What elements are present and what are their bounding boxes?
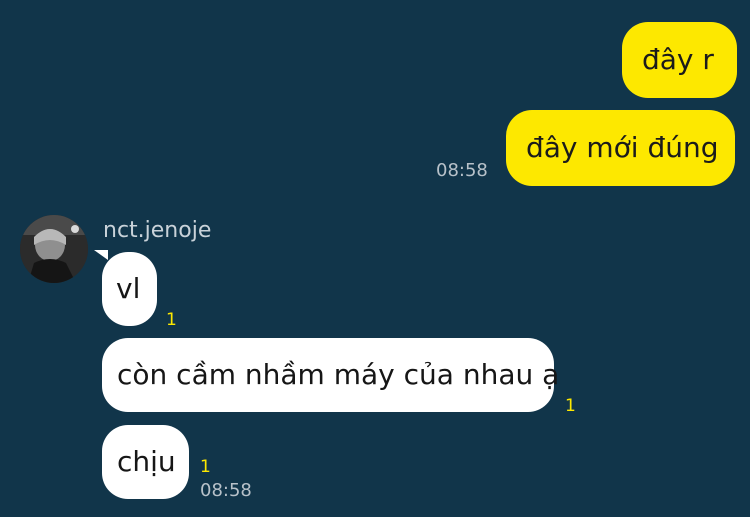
incoming-message[interactable]: còn cầm nhầm máy của nhau ạ (102, 338, 559, 412)
unread-count: 1 (200, 457, 211, 477)
message-text: chịu (117, 445, 176, 478)
unread-count: 1 (565, 396, 576, 416)
message-text: còn cầm nhầm máy của nhau ạ (117, 358, 560, 391)
message-timestamp: 08:58 (200, 480, 252, 501)
unread-count: 1 (166, 310, 177, 330)
outgoing-message[interactable]: đây r (622, 22, 737, 98)
message-text: vl (116, 272, 141, 305)
message-text: đây mới đúng (526, 131, 719, 164)
message-timestamp: 08:58 (436, 160, 488, 181)
message-text: đây r (642, 43, 714, 76)
contact-name: nct.jenoje (103, 218, 212, 243)
incoming-message[interactable]: chịu (102, 425, 189, 499)
avatar-photo (20, 215, 88, 283)
contact-avatar[interactable] (20, 215, 88, 283)
bubble-tail (94, 250, 108, 260)
incoming-message[interactable]: vl (102, 252, 157, 326)
outgoing-message[interactable]: đây mới đúng (506, 110, 735, 186)
